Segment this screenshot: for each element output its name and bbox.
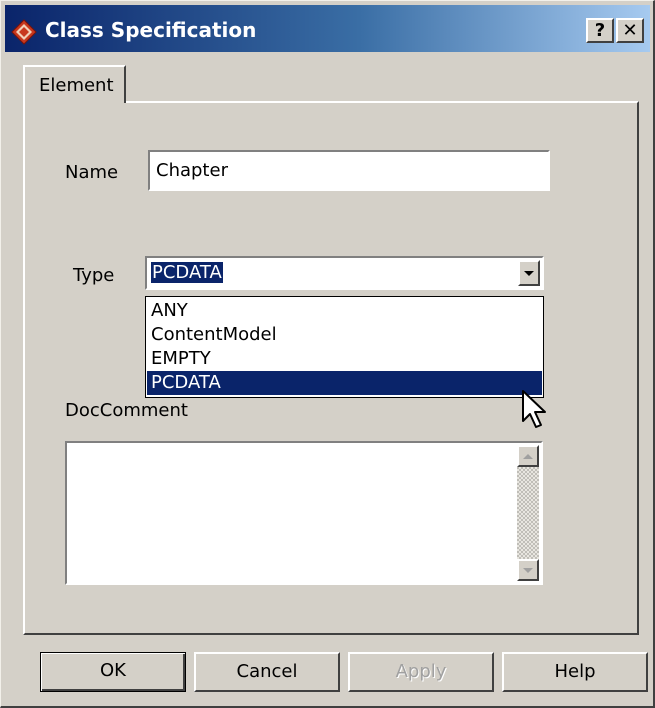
class-specification-dialog: Class Specification ? ✕ Element Name Cha… <box>0 0 655 708</box>
type-label: Type <box>73 265 115 286</box>
chevron-down-icon <box>524 271 534 276</box>
title-bar[interactable]: Class Specification ? ✕ <box>5 5 650 52</box>
arrow-down-icon <box>523 568 533 573</box>
doccomment-label: DocComment <box>65 400 188 421</box>
doccomment-scrollbar[interactable] <box>517 445 539 581</box>
type-dropdown-button[interactable] <box>518 260 540 286</box>
type-option-any[interactable]: ANY <box>147 299 542 323</box>
scroll-down-button[interactable] <box>517 559 539 581</box>
ok-button[interactable]: OK <box>40 652 186 692</box>
name-label: Name <box>65 162 119 183</box>
name-field-value: Chapter <box>156 160 228 181</box>
mouse-pointer-icon <box>522 390 546 428</box>
type-dropdown-list: ANY ContentModel EMPTY PCDATA <box>145 296 544 398</box>
type-option-pcdata[interactable]: PCDATA <box>147 371 542 395</box>
doccomment-textarea[interactable] <box>65 441 543 585</box>
scroll-up-button[interactable] <box>517 445 539 467</box>
app-icon <box>11 19 37 45</box>
arrow-up-icon <box>523 454 533 459</box>
help-caption-button[interactable]: ? <box>586 18 614 43</box>
tab-element[interactable]: Element <box>23 65 126 103</box>
type-select-value: PCDATA <box>151 262 223 283</box>
type-option-contentmodel[interactable]: ContentModel <box>147 323 542 347</box>
type-option-empty[interactable]: EMPTY <box>147 347 542 371</box>
name-field[interactable]: Chapter <box>148 150 550 191</box>
apply-button[interactable]: Apply <box>348 652 494 692</box>
tab-element-label: Element <box>39 75 114 96</box>
type-select[interactable]: PCDATA <box>145 256 544 290</box>
close-button[interactable]: ✕ <box>616 18 644 43</box>
cancel-button[interactable]: Cancel <box>194 652 340 692</box>
help-button[interactable]: Help <box>502 652 648 692</box>
window-title: Class Specification <box>45 18 257 42</box>
